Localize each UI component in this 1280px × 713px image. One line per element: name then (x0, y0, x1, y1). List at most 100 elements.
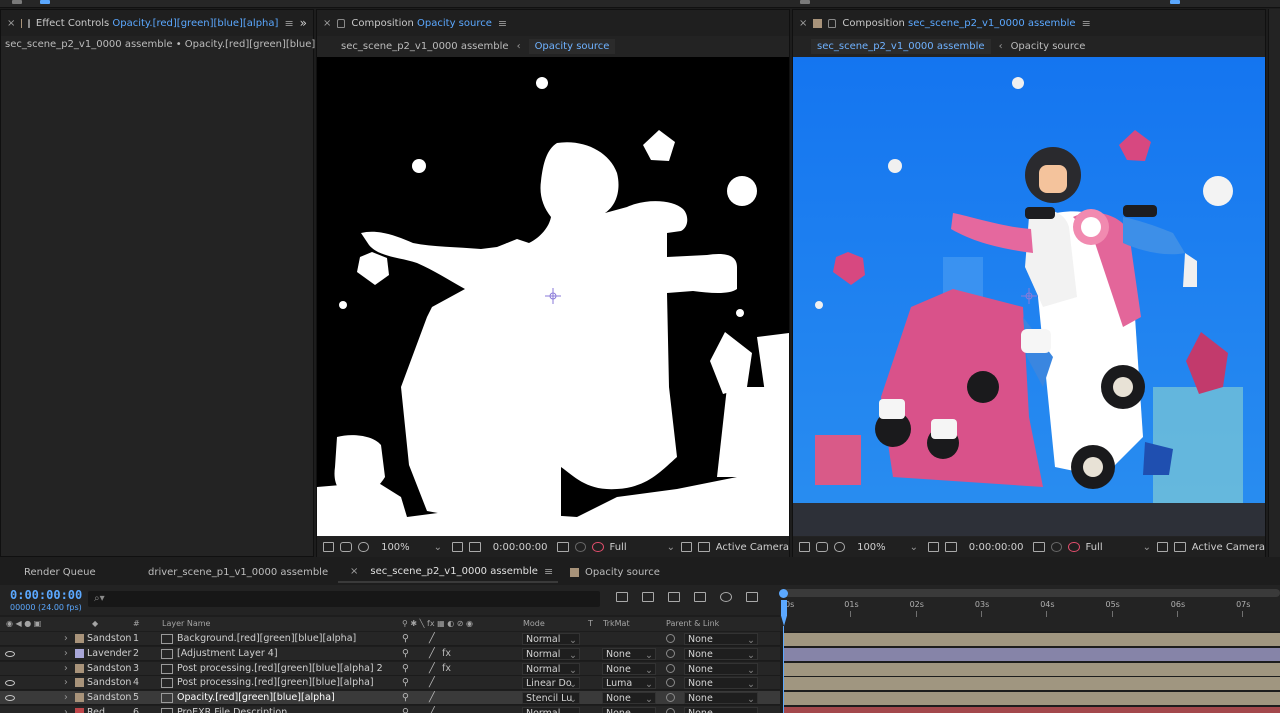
effect-controls-tab[interactable]: × Effect Controls Opacity.[red][green][b… (1, 10, 313, 36)
layer-duration-bar[interactable] (784, 648, 1280, 661)
shy-switch-icon[interactable]: ⚲ (402, 633, 409, 644)
work-area-start-handle[interactable] (779, 589, 788, 598)
shy-switch-icon[interactable]: ⚲ (402, 692, 409, 703)
fx-icon[interactable]: fx (442, 648, 451, 659)
tab-sec-scene[interactable]: × sec_scene_p2_v1_0000 assemble ≡ (338, 561, 558, 583)
time-ruler[interactable]: 0s 01s 02s 03s 04s 05s 06s 07s (780, 585, 1280, 631)
expand-panels-icon[interactable]: » (300, 16, 307, 30)
lock-icon[interactable] (828, 18, 837, 28)
layer-duration-bar[interactable] (784, 633, 1280, 646)
layer-label-swatch[interactable] (75, 693, 84, 702)
monitor-icon[interactable] (340, 542, 352, 552)
draft-3d-icon[interactable] (642, 592, 654, 602)
pickwhip-icon[interactable] (666, 678, 675, 687)
shy-switch-icon[interactable]: ⚲ (402, 663, 409, 674)
layer-row[interactable]: › Sandston 3 Post processing.[red][green][b… (0, 662, 780, 676)
monitor-icon[interactable] (816, 542, 828, 552)
parent-select[interactable]: None⌄ (684, 692, 758, 705)
expand-chevron-icon[interactable]: › (64, 692, 68, 703)
panel-menu-icon[interactable]: ≡ (498, 17, 507, 30)
chevron-down-icon[interactable]: ⌄ (434, 542, 442, 553)
expand-chevron-icon[interactable]: › (64, 663, 68, 674)
fit-icon[interactable] (452, 542, 464, 552)
pickwhip-icon[interactable] (666, 708, 675, 713)
composition-tab-assemble[interactable]: × Composition sec_scene_p2_v1_0000 assem… (793, 10, 1265, 36)
close-icon[interactable]: × (7, 18, 15, 29)
timeline-timecode[interactable]: 0:00:00:00 (10, 588, 82, 602)
panel-menu-icon[interactable]: ≡ (284, 17, 293, 30)
close-icon[interactable]: × (799, 18, 807, 29)
layer-duration-bar[interactable] (784, 692, 1280, 705)
always-preview-icon[interactable] (323, 542, 335, 552)
transparency-grid-icon[interactable] (698, 542, 710, 552)
fit-icon[interactable] (928, 542, 940, 552)
parent-select[interactable]: None⌄ (684, 648, 758, 661)
close-icon[interactable]: × (323, 18, 331, 29)
parent-select[interactable]: None⌄ (684, 663, 758, 676)
panel-menu-icon[interactable]: ≡ (1082, 17, 1091, 30)
blend-mode-select[interactable]: Linear Do ⌄ (522, 677, 580, 690)
layer-duration-bar[interactable] (784, 663, 1280, 676)
expand-chevron-icon[interactable]: › (64, 633, 68, 644)
pickwhip-icon[interactable] (666, 664, 675, 673)
blend-mode-select[interactable]: Stencil Lu ⌄ (522, 692, 580, 705)
blend-mode-select[interactable]: Normal⌄ (522, 663, 580, 676)
layer-duration-bar[interactable] (784, 707, 1280, 713)
visibility-eye-icon[interactable] (5, 695, 15, 701)
layer-label-swatch[interactable] (75, 634, 84, 643)
layer-label-name[interactable]: Sandston (87, 692, 131, 703)
camera-icon[interactable] (1033, 542, 1045, 552)
always-preview-icon[interactable] (799, 542, 811, 552)
layer-name[interactable]: Background.[red][green][blue][alpha] (177, 633, 356, 644)
layer-label-name[interactable]: Red (87, 707, 105, 713)
mask-visibility-icon[interactable] (357, 542, 370, 552)
chevron-left-icon[interactable]: ‹ (999, 41, 1003, 52)
pickwhip-icon[interactable] (666, 649, 675, 658)
layer-label-swatch[interactable] (75, 678, 84, 687)
lock-icon[interactable] (337, 18, 346, 28)
comp-nav-assemble[interactable]: sec_scene_p2_v1_0000 assemble (341, 41, 509, 52)
blend-mode-select[interactable]: Normal⌄ (522, 648, 580, 661)
layer-label-name[interactable]: Sandston (87, 677, 131, 688)
mask-visibility-icon[interactable] (833, 542, 846, 552)
expand-chevron-icon[interactable]: › (64, 707, 68, 713)
comp-nav-assemble[interactable]: sec_scene_p2_v1_0000 assemble (811, 38, 991, 54)
layer-row[interactable]: › Red 6 ProEXR File Description ⚲ ╱ Normal⌄ Non… (0, 706, 780, 713)
graph-editor-icon[interactable] (746, 592, 758, 602)
quality-switch-icon[interactable]: ╱ (429, 633, 435, 644)
workspace-active[interactable] (1170, 0, 1180, 4)
comp-nav-opacity-source[interactable]: Opacity source (1011, 41, 1086, 52)
layer-label-swatch[interactable] (75, 664, 84, 673)
comp-nav-opacity-source[interactable]: Opacity source (528, 38, 616, 54)
layer-row[interactable]: › Lavender 2 [Adjustment Layer 4] ⚲ ╱ fx Normal… (0, 647, 780, 661)
home-icon[interactable] (12, 0, 22, 4)
layer-duration-bar[interactable] (784, 677, 1280, 690)
frame-blending-icon[interactable] (694, 592, 706, 602)
region-of-interest-icon[interactable] (1156, 542, 1169, 552)
parent-select[interactable]: None⌄ (684, 677, 758, 690)
layer-name[interactable]: [Adjustment Layer 4] (177, 648, 278, 659)
blend-mode-select[interactable]: Normal⌄ (522, 707, 580, 713)
resolution-select[interactable]: Full ⌄ (610, 542, 675, 553)
zoom-level[interactable]: 100% (857, 542, 886, 553)
tab-driver-scene[interactable]: driver_scene_p1_v1_0000 assemble (130, 561, 338, 583)
chevron-left-icon[interactable]: ‹ (517, 41, 521, 52)
parent-select[interactable]: None⌄ (684, 707, 758, 713)
tab-render-queue[interactable]: Render Queue (0, 561, 130, 583)
motion-blur-icon[interactable] (720, 592, 732, 602)
panel-menu-icon[interactable]: ≡ (544, 565, 553, 578)
blend-mode-select[interactable]: Normal⌄ (522, 633, 580, 646)
fx-icon[interactable]: fx (442, 663, 451, 674)
layer-name[interactable]: ProEXR File Description (177, 707, 287, 713)
pickwhip-icon[interactable] (666, 634, 675, 643)
visibility-eye-icon[interactable] (5, 651, 15, 657)
layer-label-swatch[interactable] (75, 708, 84, 713)
layer-label-name[interactable]: Sandston (87, 663, 131, 674)
col-layer-name[interactable]: Layer Name (162, 619, 210, 628)
track-matte-select[interactable]: Luma ⌄ (602, 677, 656, 690)
track-matte-select[interactable]: None⌄ (602, 648, 656, 661)
zoom-level[interactable]: 100% (381, 542, 410, 553)
chevron-down-icon[interactable]: ⌄ (910, 542, 918, 553)
pickwhip-icon[interactable] (666, 693, 675, 702)
shy-switch-icon[interactable]: ⚲ (402, 648, 409, 659)
